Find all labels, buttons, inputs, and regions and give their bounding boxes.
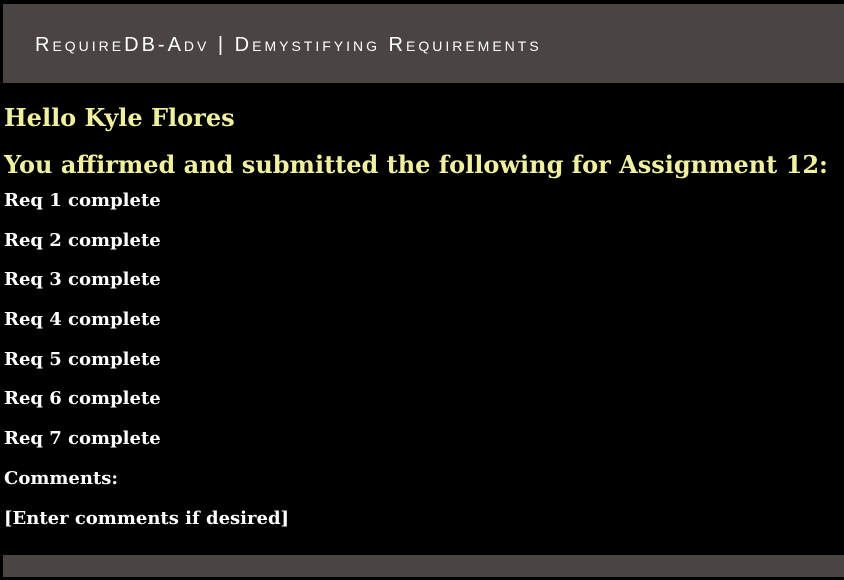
requirement-item: Req 4 complete — [4, 309, 161, 331]
requirements-list: Req 1 complete Req 2 complete Req 3 comp… — [4, 189, 840, 467]
main-content: Hello Kyle Flores You affirmed and submi… — [4, 100, 840, 546]
submission-heading: You affirmed and submitted the following… — [4, 150, 828, 179]
requirement-item: Req 6 complete — [4, 388, 161, 410]
header-banner: RequireDB-Adv | Demystifying Requirement… — [3, 4, 844, 83]
comments-label: Comments: — [4, 467, 119, 489]
requirement-item: Req 1 complete — [4, 190, 161, 211]
site-title: RequireDB-Adv | Demystifying Requirement… — [35, 34, 542, 56]
requirement-item: Req 3 complete — [4, 269, 161, 291]
requirement-item: Req 7 complete — [4, 428, 161, 450]
footer-banner — [3, 555, 844, 577]
comments-value: [Enter comments if desired] — [4, 507, 290, 529]
requirement-item: Req 2 complete — [4, 229, 161, 251]
requirement-item: Req 5 complete — [4, 348, 161, 370]
greeting-heading: Hello Kyle Flores — [4, 103, 235, 132]
